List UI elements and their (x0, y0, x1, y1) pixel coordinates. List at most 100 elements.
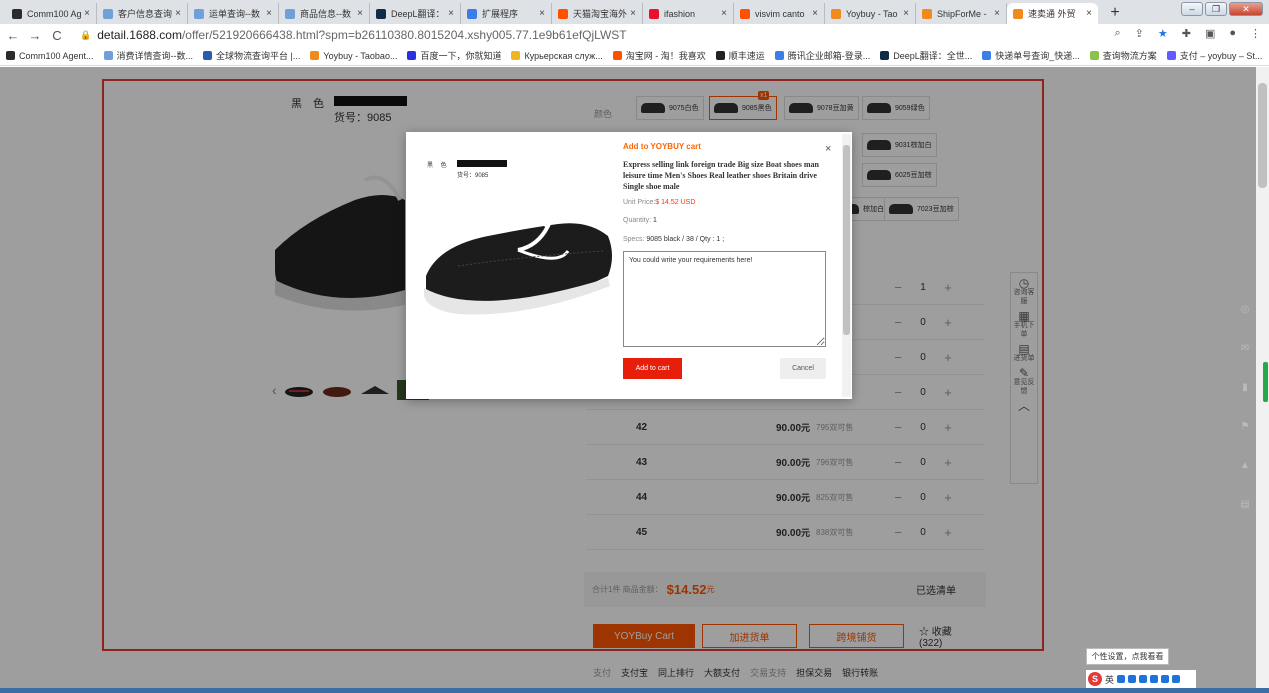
ime-emoji-icon[interactable] (1128, 675, 1137, 683)
ime-skin-icon[interactable] (1161, 675, 1170, 683)
bookmark-label: 支付 – yoybuy – St... (1179, 51, 1263, 61)
bookmark-label: 全球物流查询平台 |... (216, 51, 301, 61)
tab-favicon-icon (558, 8, 568, 19)
tab-favicon-icon (194, 8, 204, 19)
browser-tab[interactable]: 天猫淘宝海外 × (552, 3, 643, 24)
reload-icon[interactable]: C (48, 28, 66, 43)
dialog-scrollbar[interactable] (842, 134, 851, 397)
back-icon[interactable]: ← (4, 28, 22, 43)
bookmark-item[interactable]: 支付 – yoybuy – St... (1166, 49, 1263, 62)
minimize-icon[interactable]: – (1181, 2, 1203, 16)
tab-close-icon[interactable]: × (812, 8, 818, 19)
tab-close-icon[interactable]: × (630, 8, 636, 19)
tab-close-icon[interactable]: × (994, 8, 1000, 19)
tab-close-icon[interactable]: × (1086, 8, 1092, 19)
share-icon[interactable]: ⇪ (1135, 27, 1144, 40)
bookmark-item[interactable]: 淘宝网 - 淘！我喜欢 (612, 49, 706, 62)
new-tab-button[interactable]: + (1104, 4, 1126, 22)
bookmark-item[interactable]: Курьерская служ... (511, 51, 603, 61)
rail-icon[interactable]: ▤ (1238, 485, 1252, 524)
browser-tab[interactable]: ShipForMe - × (916, 3, 1007, 24)
tab-strip: Comm100 Ag × 客户信息查询 × 运单查询--数 × 商品信息--数 × DeepL翻… (0, 0, 1269, 24)
browser-tab[interactable]: 扩展程序 × (461, 3, 552, 24)
specs-label: Specs: (623, 236, 645, 243)
bookmark-label: Comm100 Agent... (19, 50, 94, 61)
browser-tab[interactable]: 运单查询--数 × (188, 3, 279, 24)
tab-favicon-icon (831, 8, 841, 19)
restore-icon[interactable]: ❐ (1205, 2, 1227, 16)
bookmark-star-icon[interactable]: ★ (1158, 27, 1168, 40)
bookmark-favicon-icon (982, 51, 992, 60)
zoom-icon[interactable]: ⌕ (1114, 27, 1120, 40)
bookmark-item[interactable]: 快递单号查询_快递... (982, 49, 1080, 62)
menu-icon[interactable]: ⋮ (1250, 27, 1261, 40)
cancel-button[interactable]: Cancel (780, 358, 826, 379)
ime-punct-icon[interactable] (1117, 675, 1126, 683)
tab-favicon-icon (740, 8, 750, 19)
tab-title: 天猫淘宝海外 (573, 9, 628, 19)
bookmark-item[interactable]: 百度一下，你就知道 (407, 49, 501, 62)
bookmark-label: 查询物流方案 (1102, 51, 1157, 61)
profile-icon[interactable]: ● (1229, 27, 1236, 40)
rail-icon[interactable]: ✉ (1238, 329, 1252, 368)
sogou-icon[interactable]: S (1088, 672, 1102, 686)
browser-tab[interactable]: DeepL翻译： × (370, 3, 461, 24)
bookmark-item[interactable]: 腾讯企业邮箱-登录... (774, 49, 870, 62)
ime-tools-icon[interactable] (1172, 675, 1181, 683)
tab-close-icon[interactable]: × (903, 8, 909, 19)
tab-close-icon[interactable]: × (84, 8, 90, 19)
tab-close-icon[interactable]: × (175, 8, 181, 19)
close-window-icon[interactable]: ✕ (1229, 2, 1263, 16)
rail-icon[interactable]: ◎ (1238, 290, 1252, 329)
browser-tab[interactable]: Yoybuy - Tao × (825, 3, 916, 24)
taskbar (0, 688, 1269, 693)
browser-tab[interactable]: ifashion × (643, 3, 734, 24)
sidepanel-icon[interactable]: ▣ (1205, 27, 1215, 40)
browser-tab[interactable]: visvim canto × (734, 3, 825, 24)
rail-icon[interactable]: ▮ (1238, 368, 1252, 407)
requirements-textarea[interactable]: You could write your requirements here! (623, 251, 826, 347)
tab-close-icon[interactable]: × (266, 8, 272, 19)
bookmark-label: 快递单号查询_快递... (995, 51, 1080, 61)
page-scroll-thumb[interactable] (1258, 83, 1267, 188)
bookmark-item[interactable]: Yoybuy - Taobao... (310, 51, 397, 61)
tab-close-icon[interactable]: × (448, 8, 454, 19)
unit-price-label: Unit Price: (623, 199, 656, 206)
add-to-cart-button[interactable]: Add to cart (623, 358, 682, 379)
ime-mic-icon[interactable] (1139, 675, 1148, 683)
bookmark-favicon-icon (103, 51, 113, 60)
bookmark-item[interactable]: 查询物流方案 (1089, 49, 1157, 62)
tab-close-icon[interactable]: × (539, 8, 545, 19)
address-bar: ← → C 🔒 detail.1688.com /offer/521920666… (0, 24, 1269, 46)
dialog-redacted-bar (457, 160, 507, 167)
bookmark-item[interactable]: 顺丰速运 (715, 49, 765, 62)
dialog-product-image (424, 218, 612, 315)
forward-icon[interactable]: → (26, 28, 44, 43)
dialog-scroll-thumb[interactable] (843, 145, 850, 335)
bookmark-favicon-icon (6, 51, 15, 60)
tab-close-icon[interactable]: × (357, 8, 363, 19)
ime-mode[interactable]: 英 (1105, 673, 1114, 686)
tab-title: Comm100 Ag (27, 8, 82, 19)
browser-tab[interactable]: 速卖通 外贸 × (1007, 3, 1098, 24)
dialog-close-icon[interactable]: × (825, 143, 831, 155)
browser-tab[interactable]: Comm100 Ag × (6, 3, 97, 24)
bookmark-item[interactable]: 消费详情查询--数... (103, 49, 193, 62)
quantity-label: Quantity: (623, 217, 652, 224)
bookmark-favicon-icon (203, 51, 213, 60)
ime-toolbar: S 英 (1086, 670, 1196, 688)
bookmark-favicon-icon (880, 51, 890, 60)
bookmark-item[interactable]: Comm100 Agent... (6, 51, 94, 61)
url-field[interactable]: 🔒 detail.1688.com /offer/521920666438.ht… (80, 28, 627, 42)
specs-line: Specs: 9085 black / 38 / Qty : 1 ; (623, 236, 724, 243)
extensions-icon[interactable]: ✚ (1182, 27, 1191, 40)
unit-price-line: Unit Price:$ 14.52 USD (623, 199, 695, 206)
browser-tab[interactable]: 客户信息查询 × (97, 3, 188, 24)
bookmark-item[interactable]: 全球物流查询平台 |... (203, 49, 300, 62)
tab-close-icon[interactable]: × (721, 8, 727, 19)
ime-keyboard-icon[interactable] (1150, 675, 1159, 683)
browser-tab[interactable]: 商品信息--数 × (279, 3, 370, 24)
bookmark-item[interactable]: DeepL翻译：全世... (880, 49, 972, 62)
rail-icon[interactable]: ⚑ (1238, 407, 1252, 446)
rail-icon[interactable]: ▲ (1238, 446, 1252, 485)
